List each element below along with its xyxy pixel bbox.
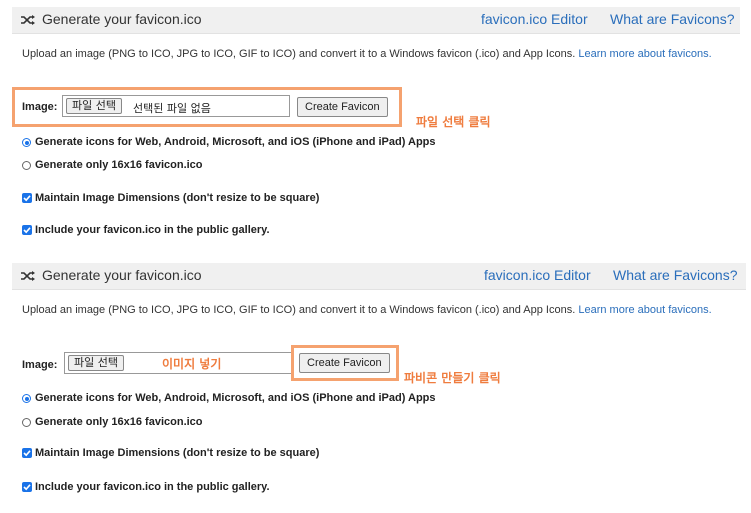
what-are-favicons-link[interactable]: What are Favicons?: [613, 267, 738, 283]
favicon-panel-2: Generate your favicon.ico favicon.ico Ed…: [0, 255, 751, 513]
file-input[interactable]: 파일 선택 이미지 넣기: [64, 352, 292, 374]
favicon-editor-link[interactable]: favicon.ico Editor: [481, 11, 588, 27]
panel-header: Generate your favicon.ico favicon.ico Ed…: [12, 263, 746, 290]
what-are-favicons-link[interactable]: What are Favicons?: [610, 11, 735, 27]
favicon-panel-1: Generate your favicon.ico favicon.ico Ed…: [0, 0, 751, 245]
radio-all-icons[interactable]: [22, 394, 31, 403]
highlight-box: [12, 87, 402, 127]
description: Upload an image (PNG to ICO, JPG to ICO,…: [22, 48, 712, 60]
favicon-editor-link[interactable]: favicon.ico Editor: [484, 267, 591, 283]
radio-16x16[interactable]: [22, 161, 31, 170]
check-icon: [23, 484, 31, 491]
checkbox-public-gallery[interactable]: [22, 225, 32, 235]
radio-all-icons[interactable]: [22, 138, 31, 147]
check-icon: [23, 195, 31, 202]
description: Upload an image (PNG to ICO, JPG to ICO,…: [22, 304, 712, 316]
learn-more-link[interactable]: Learn more about favicons.: [578, 48, 711, 60]
image-label: Image:: [22, 359, 58, 371]
shuffle-icon: [21, 15, 35, 25]
checkbox-maintain-dimensions[interactable]: [22, 193, 32, 203]
panel-header: Generate your favicon.ico favicon.ico Ed…: [12, 7, 740, 34]
radio-16x16[interactable]: [22, 418, 31, 427]
check-icon: [23, 227, 31, 234]
annotation-text: 파비콘 만들기 클릭: [404, 371, 501, 385]
learn-more-link[interactable]: Learn more about favicons.: [578, 304, 711, 316]
highlight-box: [291, 345, 399, 381]
page-title: Generate your favicon.ico: [42, 267, 202, 283]
page-title: Generate your favicon.ico: [42, 11, 202, 27]
file-annotation: 이미지 넣기: [162, 357, 222, 371]
shuffle-icon: [21, 271, 35, 281]
check-icon: [23, 450, 31, 457]
annotation-text: 파일 선택 클릭: [416, 115, 491, 129]
checkbox-maintain-dimensions[interactable]: [22, 448, 32, 458]
choose-file-button[interactable]: 파일 선택: [68, 355, 124, 371]
checkbox-public-gallery[interactable]: [22, 482, 32, 492]
